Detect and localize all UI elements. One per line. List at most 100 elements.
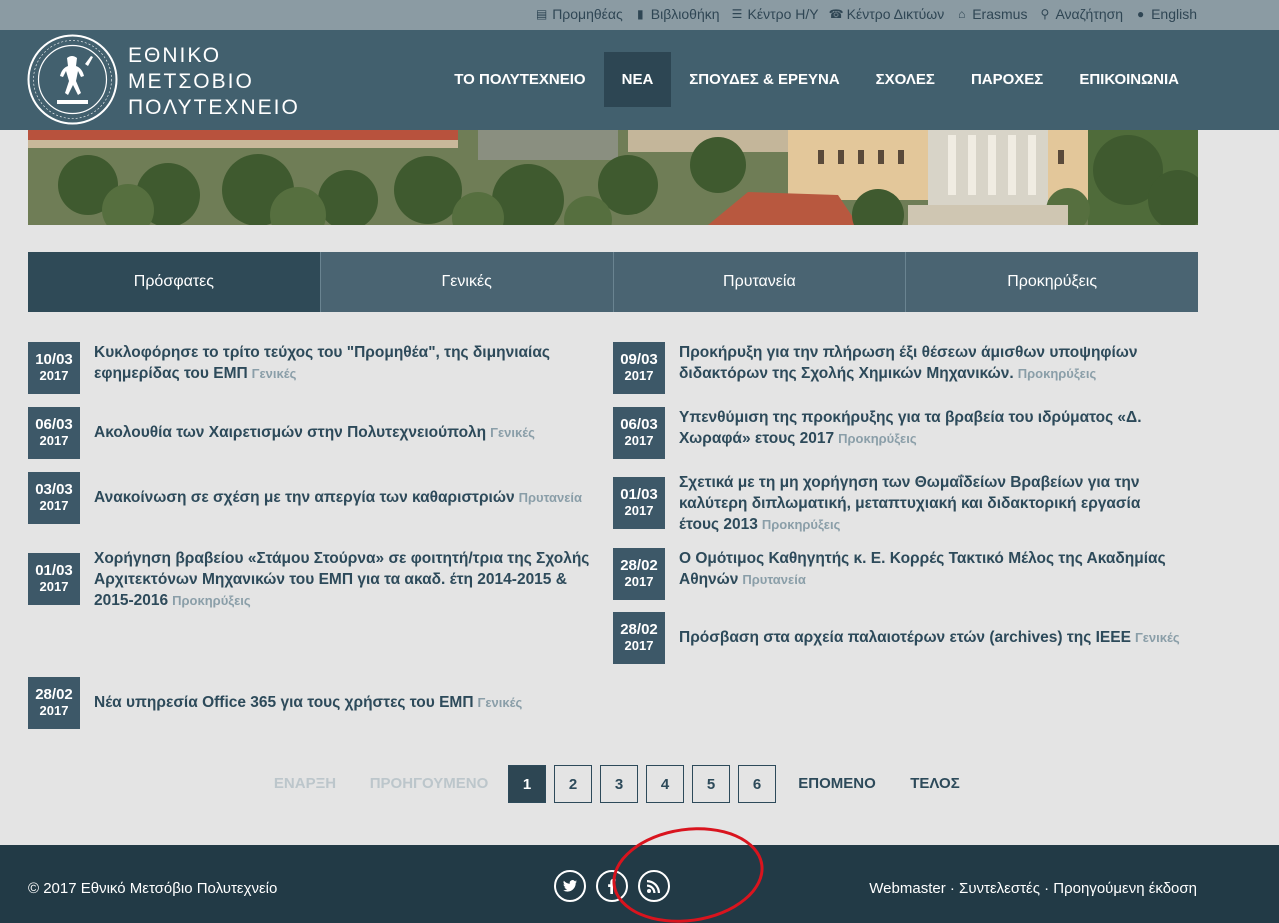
news-item[interactable]: 06/03 2017 Υπενθύμιση της προκήρυξης για …: [613, 407, 1183, 459]
news-category[interactable]: Γενικές: [1135, 630, 1180, 645]
news-title[interactable]: Κυκλοφόρησε το τρίτο τεύχος του "Προμηθέ…: [94, 342, 598, 384]
date-year: 2017: [624, 503, 654, 518]
utility-link-network-center[interactable]: ☎ Κέντρο Δικτύων: [829, 6, 945, 22]
nav-item-contact[interactable]: ΕΠΙΚΟΙΝΩΝΙΑ: [1061, 52, 1197, 107]
news-item[interactable]: 03/03 2017 Ανακοίνωση σε σχέση με την απε…: [28, 472, 598, 524]
news-title[interactable]: Νέα υπηρεσία Office 365 για τους χρήστες…: [94, 692, 522, 713]
utility-link-erasmus[interactable]: ⌂ Erasmus: [954, 6, 1027, 22]
date-year: 2017: [39, 579, 69, 594]
news-category[interactable]: Προκηρύξεις: [838, 431, 917, 446]
news-title[interactable]: Πρόσβαση στα αρχεία παλαιοτέρων ετών (ar…: [679, 627, 1180, 648]
news-category[interactable]: Γενικές: [252, 366, 297, 381]
utility-link-prometheus[interactable]: ▤ Προμηθέας: [534, 6, 623, 22]
utility-link-library[interactable]: ▮ Βιβλιοθήκη: [633, 6, 720, 22]
news-category[interactable]: Προκηρύξεις: [172, 593, 251, 608]
pager-page-6[interactable]: 6: [738, 765, 776, 803]
nav-item-news[interactable]: ΝΕΑ: [603, 52, 672, 107]
utility-link-search[interactable]: ⚲ Αναζήτηση: [1037, 6, 1124, 22]
news-category[interactable]: Προκηρύξεις: [1018, 366, 1097, 381]
news-title[interactable]: Ακολουθία των Χαιρετισμών στην Πολυτεχνε…: [94, 422, 535, 443]
news-item[interactable]: 01/03 2017 Σχετικά με τη μη χορήγηση των …: [613, 474, 1183, 535]
tab-general[interactable]: Γενικές: [319, 252, 613, 312]
news-title[interactable]: Σχετικά με τη μη χορήγηση των Θωμαΐδείων…: [679, 472, 1183, 535]
date-day: 06/03: [35, 416, 73, 433]
news-item[interactable]: 09/03 2017 Προκήρυξη για την πλήρωση έξι …: [613, 342, 1183, 394]
news-item[interactable]: 10/03 2017 Κυκλοφόρησε το τρίτο τεύχος το…: [28, 342, 598, 394]
news-category[interactable]: Πρυτανεία: [519, 490, 582, 505]
date-day: 28/02: [620, 621, 658, 638]
institution-icon: ⌂: [958, 7, 966, 21]
date-day: 01/03: [620, 486, 658, 503]
utility-link-label: English: [1151, 6, 1197, 22]
date-badge: 10/03 2017: [28, 342, 80, 394]
news-title[interactable]: Υπενθύμιση της προκήρυξης για τα βραβεία…: [679, 407, 1183, 449]
pager-page-1[interactable]: 1: [508, 765, 546, 803]
date-year: 2017: [624, 433, 654, 448]
newspaper-icon: ▤: [536, 7, 548, 21]
site-header: ΕΘΝΙΚΟ ΜΕΤΣΟΒΙΟ ΠΟΛΥΤΕΧΝΕΙΟ ΤΟ ΠΟΛΥΤΕΧΝΕ…: [0, 30, 1279, 130]
news-item[interactable]: 06/03 2017 Ακολουθία των Χαιρετισμών στην…: [28, 407, 598, 459]
main-nav: ΤΟ ΠΟΛΥΤΕΧΝΕΙΟ ΝΕΑ ΣΠΟΥΔΕΣ & ΕΡΕΥΝΑ ΣΧΟΛ…: [436, 52, 1197, 107]
utility-link-label: Αναζήτηση: [1055, 6, 1124, 22]
news-title[interactable]: Ανακοίνωση σε σχέση με την απεργία των κ…: [94, 487, 582, 508]
search-icon: ⚲: [1040, 7, 1050, 21]
previous-version-link[interactable]: Προηγούμενη έκδοση: [1053, 880, 1197, 897]
tab-announcements[interactable]: Προκηρύξεις: [905, 252, 1198, 312]
date-day: 01/03: [35, 562, 73, 579]
nav-item-polytechnic[interactable]: ΤΟ ΠΟΛΥΤΕΧΝΕΙΟ: [436, 52, 603, 107]
news-title-text: Χορήγηση βραβείου «Στάμου Στούρνα» σε φο…: [94, 550, 590, 609]
date-badge: 03/03 2017: [28, 472, 80, 524]
nav-item-services[interactable]: ΠΑΡΟΧΕΣ: [953, 52, 1061, 107]
date-day: 28/02: [620, 557, 658, 574]
date-year: 2017: [39, 498, 69, 513]
utility-link-english[interactable]: ● English: [1133, 6, 1197, 22]
tab-rectorate[interactable]: Πρυτανεία: [612, 252, 906, 312]
footer-separator: ·: [1039, 880, 1054, 897]
pager-next[interactable]: ΕΠΟΜΕΝΟ: [792, 765, 882, 803]
webmaster-link[interactable]: Webmaster: [869, 880, 945, 897]
news-category[interactable]: Πρυτανεία: [742, 572, 805, 587]
utility-link-label: Erasmus: [972, 6, 1028, 22]
news-item[interactable]: 28/02 2017 Νέα υπηρεσία Office 365 για το…: [28, 677, 598, 729]
pager-previous[interactable]: ΠΡΟΗΓΟΥΜΕΝΟ: [364, 765, 494, 803]
pager-page-4[interactable]: 4: [646, 765, 684, 803]
date-badge: 06/03 2017: [28, 407, 80, 459]
date-day: 06/03: [620, 416, 658, 433]
university-seal-logo[interactable]: [27, 34, 118, 125]
nav-item-studies-research[interactable]: ΣΠΟΥΔΕΣ & ΕΡΕΥΝΑ: [671, 52, 857, 107]
date-day: 09/03: [620, 351, 658, 368]
credits-link[interactable]: Συντελεστές: [959, 880, 1040, 897]
news-item[interactable]: 28/02 2017 Ο Ομότιμος Καθηγητής κ. Ε. Κορ…: [613, 548, 1183, 600]
news-category[interactable]: Γενικές: [490, 425, 535, 440]
utility-link-label: Κέντρο Δικτύων: [846, 6, 945, 22]
tab-recent[interactable]: Πρόσφατες: [28, 252, 320, 312]
twitter-icon[interactable]: [554, 870, 586, 902]
news-item[interactable]: 01/03 2017 Χορήγηση βραβείου «Στάμου Στού…: [28, 550, 598, 611]
brand-line: ΜΕΤΣΟΒΙΟ: [128, 70, 254, 93]
pager-page-2[interactable]: 2: [554, 765, 592, 803]
date-badge: 01/03 2017: [613, 477, 665, 529]
news-title[interactable]: Χορήγηση βραβείου «Στάμου Στούρνα» σε φο…: [94, 548, 598, 611]
brand-name[interactable]: ΕΘΝΙΚΟ ΜΕΤΣΟΒΙΟ ΠΟΛΥΤΕΧΝΕΙΟ: [128, 43, 300, 121]
nav-item-schools[interactable]: ΣΧΟΛΕΣ: [858, 52, 953, 107]
date-year: 2017: [624, 638, 654, 653]
news-category[interactable]: Γενικές: [478, 695, 523, 710]
pager-first[interactable]: ΕΝΑΡΞΗ: [270, 765, 340, 803]
utility-link-computer-center[interactable]: ☰ Κέντρο Η/Υ: [730, 6, 819, 22]
news-title[interactable]: Ο Ομότιμος Καθηγητής κ. Ε. Κορρές Τακτικ…: [679, 548, 1183, 590]
pager-last[interactable]: ΤΕΛΟΣ: [905, 765, 965, 803]
facebook-icon[interactable]: [596, 870, 628, 902]
date-badge: 28/02 2017: [613, 612, 665, 664]
news-category[interactable]: Προκηρύξεις: [762, 517, 841, 532]
date-day: 10/03: [35, 351, 73, 368]
globe-icon: ●: [1136, 7, 1145, 21]
date-year: 2017: [39, 703, 69, 718]
rss-icon[interactable]: [638, 870, 670, 902]
utility-link-label: Προμηθέας: [552, 6, 623, 22]
copyright-text: © 2017 Εθνικό Μετσόβιο Πολυτεχνείο: [28, 880, 278, 897]
pager-page-5[interactable]: 5: [692, 765, 730, 803]
date-year: 2017: [624, 368, 654, 383]
news-item[interactable]: 28/02 2017 Πρόσβαση στα αρχεία παλαιοτέρω…: [613, 612, 1183, 664]
pager-page-3[interactable]: 3: [600, 765, 638, 803]
news-title[interactable]: Προκήρυξη για την πλήρωση έξι θέσεων άμι…: [679, 342, 1183, 384]
